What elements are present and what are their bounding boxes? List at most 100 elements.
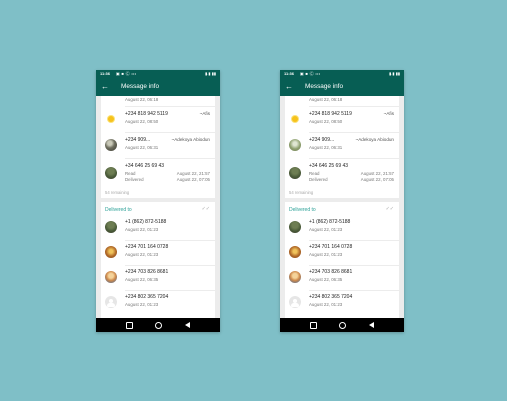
avatar[interactable] bbox=[105, 246, 117, 258]
recents-icon[interactable] bbox=[125, 321, 133, 329]
avatar[interactable] bbox=[289, 221, 301, 233]
notification-icons: ▣ ■ Ⓒ ••• bbox=[116, 71, 137, 76]
contact-phone: +234 802 365 7204 bbox=[125, 294, 169, 300]
list-item[interactable]: +34 646 25 69 43 Read August 22, 21:57 D… bbox=[285, 159, 399, 187]
home-icon[interactable] bbox=[154, 321, 162, 329]
contact-phone: +1 (862) 872-5188 bbox=[125, 219, 167, 225]
list-item: August 22, 06:18 bbox=[101, 96, 215, 104]
read-time: August 22, 08:50 bbox=[125, 119, 159, 124]
remaining-count: 54 remaining bbox=[289, 190, 314, 195]
delivered-label: Delivered bbox=[125, 177, 144, 182]
app-bar: ← Message info bbox=[96, 78, 220, 96]
avatar[interactable] bbox=[289, 271, 301, 283]
back-triangle-icon[interactable] bbox=[368, 321, 376, 329]
avatar[interactable] bbox=[105, 221, 117, 233]
contact-phone: +234 703 826 8681 bbox=[309, 269, 353, 275]
read-time: August 22, 06:18 bbox=[309, 97, 343, 102]
back-arrow-icon[interactable]: ← bbox=[101, 81, 109, 93]
avatar[interactable] bbox=[105, 167, 117, 179]
avatar[interactable] bbox=[105, 139, 117, 151]
list-item[interactable]: +234 703 826 8681 August 22, 06:35 bbox=[285, 265, 399, 290]
read-time: August 22, 21:57 bbox=[176, 171, 210, 176]
read-time: August 22, 21:57 bbox=[360, 171, 394, 176]
read-time: August 22, 06:18 bbox=[125, 97, 159, 102]
list-item[interactable]: +234 909... ~Adekoya Abiodun August 22, … bbox=[101, 133, 215, 158]
read-time: August 22, 08:50 bbox=[309, 119, 343, 124]
delivered-to-card: Delivered to ✓✓ +1 (862) 872-5188 August… bbox=[285, 202, 399, 318]
list-item[interactable]: +234 703 826 8681 August 22, 06:35 bbox=[101, 265, 215, 290]
delivered-time: August 22, 06:35 bbox=[309, 277, 343, 282]
read-by-card: August 22, 06:18 +234 818 942 5119 ~Afis… bbox=[101, 96, 215, 198]
delivered-time: August 22, 01:23 bbox=[125, 252, 159, 257]
contact-name: ~Adekoya Abiodun bbox=[171, 137, 210, 142]
avatar[interactable] bbox=[289, 246, 301, 258]
signal-battery-icon: ▮.▮ ▮▮ bbox=[388, 71, 400, 76]
list-item: August 22, 06:18 bbox=[285, 96, 399, 104]
list-item[interactable]: +234 802 365 7204 August 22, 01:23 bbox=[101, 290, 215, 315]
app-bar: ← Message info bbox=[280, 78, 404, 96]
contact-phone: +34 646 25 69 43 bbox=[125, 163, 165, 169]
delivered-time: August 22, 01:23 bbox=[125, 302, 159, 307]
avatar[interactable] bbox=[105, 113, 117, 125]
section-title: Delivered to bbox=[105, 207, 132, 213]
delivered-time: August 22, 01:23 bbox=[125, 227, 159, 232]
read-time: August 22, 06:31 bbox=[309, 145, 343, 150]
delivered-time: August 22, 01:23 bbox=[309, 302, 343, 307]
contact-phone: +234 701 164 0728 bbox=[309, 244, 353, 250]
contact-phone: +234 701 164 0728 bbox=[125, 244, 169, 250]
delivered-time: August 22, 06:35 bbox=[125, 277, 159, 282]
list-item[interactable]: +1 (862) 872-5188 August 22, 01:23 bbox=[285, 215, 399, 240]
back-arrow-icon[interactable]: ← bbox=[285, 81, 293, 93]
delivered-time: August 22, 07:05 bbox=[176, 177, 210, 182]
message-info-list[interactable]: August 22, 06:18 +234 818 942 5119 ~Afis… bbox=[96, 96, 220, 318]
list-item[interactable]: +234 909... ~Adekoya Abiodun August 22, … bbox=[285, 133, 399, 158]
list-item[interactable]: +34 646 25 69 43 Read August 22, 21:57 D… bbox=[101, 159, 215, 187]
delivered-time: August 22, 01:23 bbox=[309, 252, 343, 257]
double-check-icon: ✓✓ bbox=[201, 206, 210, 212]
avatar[interactable] bbox=[289, 139, 301, 151]
contact-phone: +234 909... bbox=[125, 137, 151, 143]
avatar[interactable] bbox=[289, 167, 301, 179]
read-by-card: August 22, 06:18 +234 818 942 5119 ~Afis… bbox=[285, 96, 399, 198]
read-label: Read bbox=[125, 171, 136, 176]
avatar[interactable] bbox=[289, 296, 301, 308]
message-info-list[interactable]: August 22, 06:18 +234 818 942 5119 ~Afis… bbox=[280, 96, 404, 318]
list-item[interactable]: +1 (862) 872-5188 August 22, 01:23 bbox=[101, 215, 215, 240]
navigation-bar bbox=[280, 318, 404, 332]
contact-phone: +234 802 365 7204 bbox=[309, 294, 353, 300]
status-time: 11:36 bbox=[284, 71, 295, 76]
list-item[interactable]: +234 818 942 5119 ~Afis August 22, 08:50 bbox=[285, 107, 399, 132]
navigation-bar bbox=[96, 318, 220, 332]
remaining-count: 54 remaining bbox=[105, 190, 130, 195]
avatar[interactable] bbox=[105, 296, 117, 308]
list-item[interactable]: +234 701 164 0728 August 22, 01:23 bbox=[101, 240, 215, 265]
avatar[interactable] bbox=[105, 271, 117, 283]
list-item[interactable]: +234 701 164 0728 August 22, 01:23 bbox=[285, 240, 399, 265]
phone-screen-right: 11:36 ▣ ■ Ⓒ ••• ▮.▮ ▮▮ ← Message info Au… bbox=[280, 70, 404, 332]
contact-phone: +1 (862) 872-5188 bbox=[309, 219, 351, 225]
read-label: Read bbox=[309, 171, 320, 176]
section-title: Delivered to bbox=[289, 207, 316, 213]
list-item[interactable]: +234 802 365 7204 August 22, 01:23 bbox=[285, 290, 399, 315]
phone-screen-left: 11:36 ▣ ■ Ⓒ ••• ▮.▮ ▮▮ ← Message info Au… bbox=[96, 70, 220, 332]
contact-name: ~Afis bbox=[383, 111, 394, 116]
double-check-icon: ✓✓ bbox=[385, 206, 394, 212]
back-triangle-icon[interactable] bbox=[184, 321, 192, 329]
status-bar: 11:36 ▣ ■ Ⓒ ••• ▮.▮ ▮▮ bbox=[96, 70, 220, 78]
signal-battery-icon: ▮.▮ ▮▮ bbox=[204, 71, 216, 76]
home-icon[interactable] bbox=[338, 321, 346, 329]
delivered-to-card: Delivered to ✓✓ +1 (862) 872-5188 August… bbox=[101, 202, 215, 318]
avatar[interactable] bbox=[289, 113, 301, 125]
page-title: Message info bbox=[305, 83, 344, 90]
contact-phone: +34 646 25 69 43 bbox=[309, 163, 349, 169]
status-time: 11:36 bbox=[100, 71, 111, 76]
contact-name: ~Adekoya Abiodun bbox=[355, 137, 394, 142]
contact-name: ~Afis bbox=[199, 111, 210, 116]
page-title: Message info bbox=[121, 83, 160, 90]
status-bar: 11:36 ▣ ■ Ⓒ ••• ▮.▮ ▮▮ bbox=[280, 70, 404, 78]
notification-icons: ▣ ■ Ⓒ ••• bbox=[300, 71, 321, 76]
list-item[interactable]: +234 818 942 5119 ~Afis August 22, 08:50 bbox=[101, 107, 215, 132]
recents-icon[interactable] bbox=[309, 321, 317, 329]
contact-phone: +234 909... bbox=[309, 137, 335, 143]
delivered-label: Delivered bbox=[309, 177, 328, 182]
